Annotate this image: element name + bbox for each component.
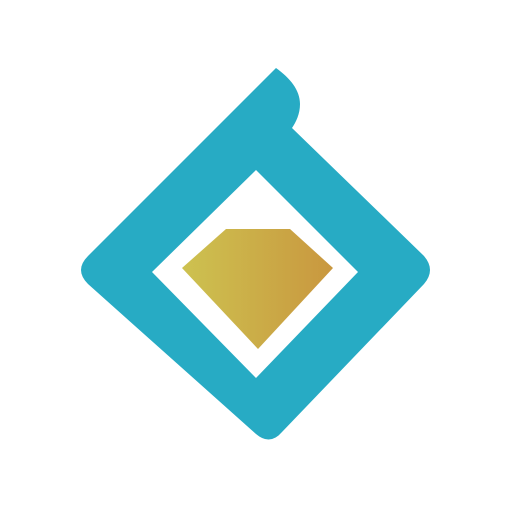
diamond-gem-logo-icon [81,68,430,440]
app-icon-canvas [0,0,512,512]
